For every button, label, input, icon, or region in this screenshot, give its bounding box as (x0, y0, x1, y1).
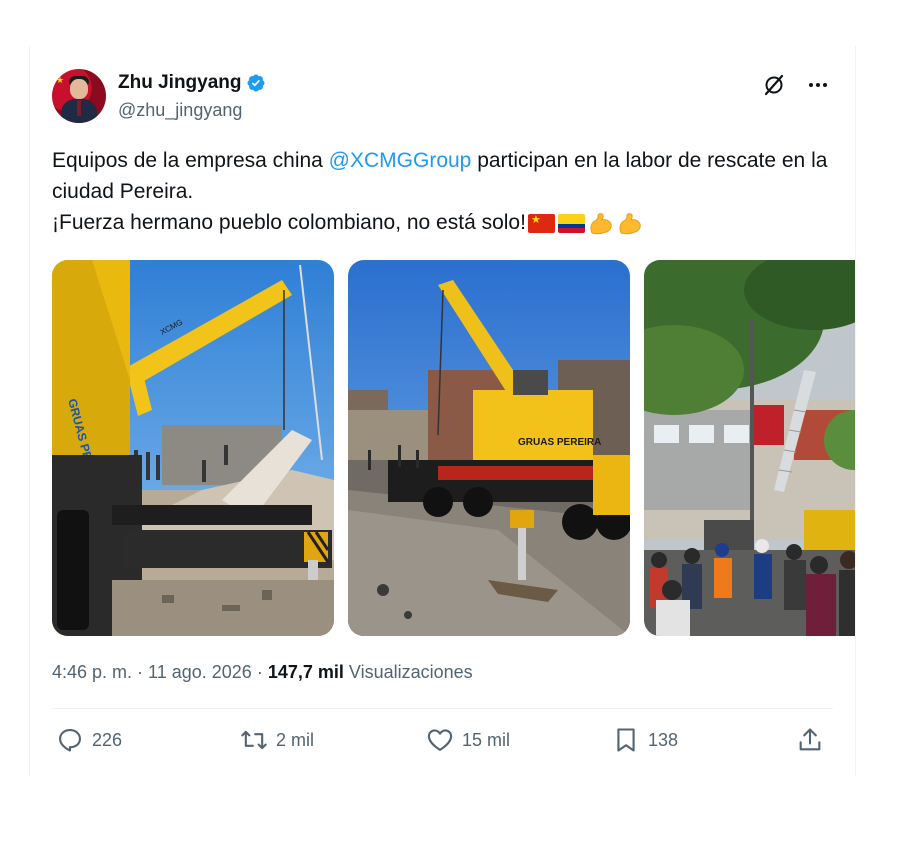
tweet-text-part1: Equipos de la empresa china (52, 149, 329, 172)
mention-link[interactable]: @XCMGGroup (329, 149, 472, 172)
avatar-flag-star-icon: ★ (56, 75, 65, 85)
avatar-tie (77, 100, 81, 116)
avatar-face (70, 79, 88, 99)
tweet-text: Equipos de la empresa china @XCMGGroup p… (52, 145, 832, 238)
verified-badge-icon (246, 74, 265, 92)
views-count: 147,7 mil (267, 662, 344, 682)
repost-button[interactable]: 2 mil (240, 726, 314, 754)
tweet-text-line2: ¡Fuerza hermano pueblo colombiano, no es… (52, 211, 526, 234)
bookmark-button[interactable]: 138 (612, 726, 678, 754)
meta-separator: · (251, 662, 268, 682)
tweet-card: ★ Zhu Jingyang @zhu_jingyang Equipos de … (29, 46, 856, 776)
reply-button[interactable]: 226 (56, 726, 122, 754)
flexed-biceps-icon (619, 212, 641, 234)
repost-icon (241, 730, 267, 750)
tweet-actions-bar: 226 2 mil 15 mil 138 (52, 726, 832, 762)
reply-count: 226 (92, 729, 123, 750)
tweet-date[interactable]: 11 ago. 2026 (148, 662, 252, 682)
author-name-row: Zhu Jingyang (118, 72, 266, 94)
emoji-row: ★ (527, 212, 643, 236)
flag-china-icon: ★ (527, 214, 555, 233)
heart-icon (427, 729, 453, 751)
like-button[interactable]: 15 mil (426, 726, 510, 754)
repost-count: 2 mil (276, 729, 315, 750)
author-display-name[interactable]: Zhu Jingyang (118, 72, 242, 94)
reply-icon (59, 729, 81, 752)
tweet-top-actions (761, 72, 831, 98)
like-count: 15 mil (462, 729, 511, 750)
actions-divider (52, 708, 833, 709)
more-options-icon[interactable] (805, 72, 831, 98)
tweet-meta: 4:46 p. m. · 11 ago. 2026 · 147,7 mil Vi… (52, 662, 473, 683)
share-icon (799, 728, 821, 751)
grok-icon[interactable] (761, 72, 787, 98)
photo-crane-street[interactable]: GRUAS PEREIRA (348, 260, 630, 636)
flexed-biceps-icon (590, 212, 612, 234)
crane-side-text: GRUAS PEREIRA (518, 437, 601, 448)
tweet-time[interactable]: 4:46 p. m. (52, 662, 132, 682)
share-button[interactable] (796, 726, 824, 754)
bookmark-count: 138 (648, 729, 679, 750)
author-handle[interactable]: @zhu_jingyang (118, 100, 242, 121)
photo-rescue-crowd[interactable] (644, 260, 855, 636)
photo-crane-rubble[interactable]: XCMG GRUAS PEREIRA (52, 260, 334, 636)
media-carousel: XCMG GRUAS PEREIRA GRUAS PEREIRA (52, 260, 855, 636)
bookmark-icon (617, 728, 635, 752)
meta-separator: · (132, 662, 149, 682)
author-avatar[interactable]: ★ (52, 69, 106, 123)
flag-colombia-icon (557, 214, 585, 233)
views-label: Visualizaciones (348, 662, 473, 682)
